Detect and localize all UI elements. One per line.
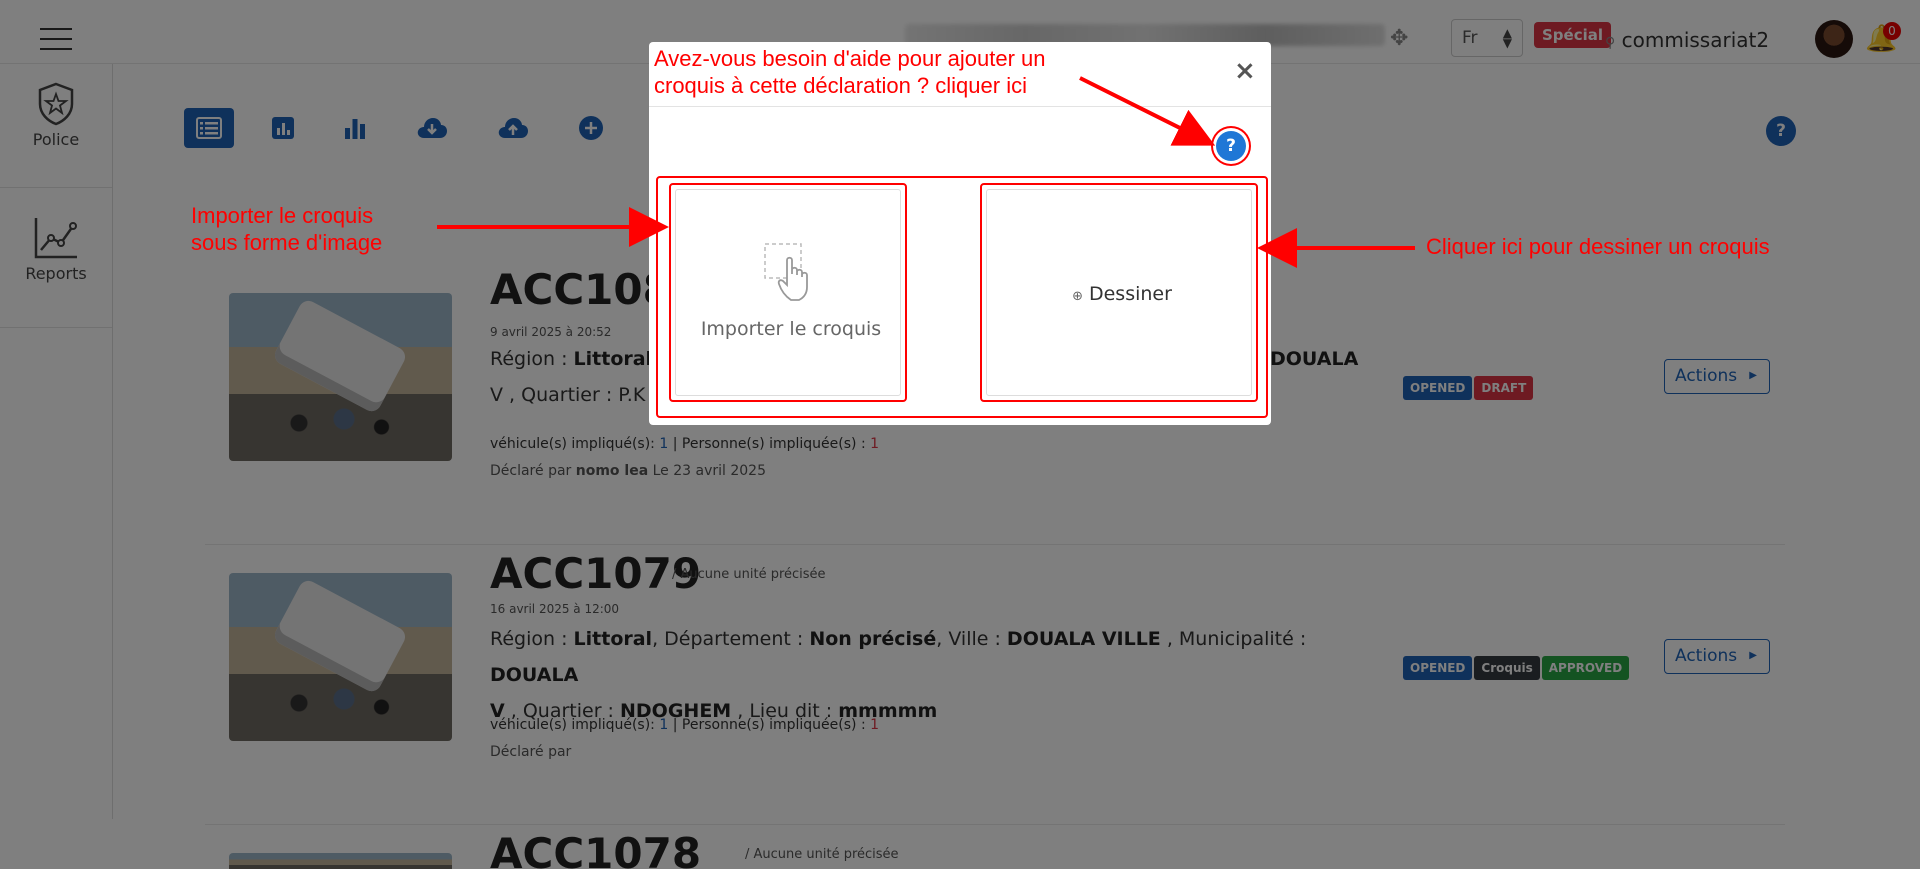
annotation-arrows bbox=[437, 76, 1415, 268]
arrow-to-help bbox=[1079, 76, 1216, 146]
